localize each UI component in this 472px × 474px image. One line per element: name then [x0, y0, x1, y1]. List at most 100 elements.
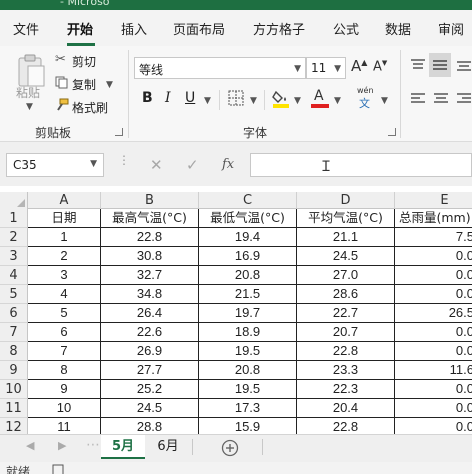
- cell-c9[interactable]: 20.8: [199, 361, 297, 380]
- cell-d6[interactable]: 22.7: [297, 304, 395, 323]
- cell-a6[interactable]: 5: [28, 304, 101, 323]
- bold-button[interactable]: B: [142, 90, 153, 106]
- insert-function-button[interactable]: fx: [222, 157, 234, 172]
- row-header[interactable]: 7: [0, 323, 28, 342]
- cell-a11[interactable]: 10: [28, 399, 101, 418]
- cell-b6[interactable]: 26.4: [101, 304, 199, 323]
- cell-d9[interactable]: 23.3: [297, 361, 395, 380]
- cell-e6[interactable]: 26.5: [395, 304, 472, 323]
- cell-c1[interactable]: 最低气温(°C): [199, 209, 297, 228]
- cell-e11[interactable]: 0.0: [395, 399, 472, 418]
- cell-d12[interactable]: 22.8: [297, 418, 395, 434]
- row-header[interactable]: 5: [0, 285, 28, 304]
- column-header-e[interactable]: E: [395, 192, 472, 209]
- cell-b8[interactable]: 26.9: [101, 342, 199, 361]
- align-right-icon[interactable]: [456, 92, 472, 106]
- cell-c8[interactable]: 19.5: [199, 342, 297, 361]
- cell-c11[interactable]: 17.3: [199, 399, 297, 418]
- cancel-icon[interactable]: ✕: [150, 156, 163, 174]
- row-header[interactable]: 6: [0, 304, 28, 323]
- phonetic-chevron-icon[interactable]: ▼: [381, 96, 388, 106]
- column-header-b[interactable]: B: [101, 192, 199, 209]
- row-header[interactable]: 4: [0, 266, 28, 285]
- cell-d3[interactable]: 24.5: [297, 247, 395, 266]
- cell-a9[interactable]: 8: [28, 361, 101, 380]
- copy-chevron-icon[interactable]: ▼: [106, 80, 113, 90]
- cell-a8[interactable]: 7: [28, 342, 101, 361]
- cell-c5[interactable]: 21.5: [199, 285, 297, 304]
- sheet-tab-june[interactable]: 6月: [148, 435, 188, 459]
- row-header[interactable]: 1: [0, 209, 28, 228]
- cell-e1[interactable]: 总雨量(mm): [395, 209, 472, 228]
- tab-data[interactable]: 数据: [385, 19, 411, 38]
- fill-color-icon[interactable]: [272, 88, 290, 108]
- cell-c3[interactable]: 16.9: [199, 247, 297, 266]
- cell-b5[interactable]: 34.8: [101, 285, 199, 304]
- select-all-button[interactable]: [0, 192, 28, 209]
- borders-icon[interactable]: [228, 90, 244, 106]
- row-header[interactable]: 10: [0, 380, 28, 399]
- cell-a5[interactable]: 4: [28, 285, 101, 304]
- underline-chevron-icon[interactable]: ▼: [204, 96, 211, 106]
- phonetic-guide-button[interactable]: wén 文: [356, 86, 378, 110]
- cell-b2[interactable]: 22.8: [101, 228, 199, 247]
- worksheet-grid[interactable]: A B C D E 1 日期 最高气温(°C) 最低气温(°C) 平均气温(°C) 总雨量…: [0, 192, 472, 434]
- row-header[interactable]: 8: [0, 342, 28, 361]
- cell-e7[interactable]: 0.0: [395, 323, 472, 342]
- row-header[interactable]: 12: [0, 418, 28, 434]
- cell-a12[interactable]: 11: [28, 418, 101, 434]
- cell-c12[interactable]: 15.9: [199, 418, 297, 434]
- cell-e10[interactable]: 0.0: [395, 380, 472, 399]
- underline-button[interactable]: U: [185, 90, 195, 106]
- align-bottom-icon[interactable]: [456, 58, 472, 72]
- cell-e2[interactable]: 7.5: [395, 228, 472, 247]
- format-painter-button[interactable]: 格式刷: [72, 99, 108, 116]
- shrink-font-button[interactable]: A▼: [373, 59, 387, 74]
- align-top-icon[interactable]: [410, 58, 426, 72]
- cell-e4[interactable]: 0.0: [395, 266, 472, 285]
- cell-b4[interactable]: 32.7: [101, 266, 199, 285]
- cell-d8[interactable]: 22.8: [297, 342, 395, 361]
- scroll-left-icon[interactable]: ◀: [26, 439, 34, 452]
- column-header-d[interactable]: D: [297, 192, 395, 209]
- cell-a4[interactable]: 3: [28, 266, 101, 285]
- tab-review[interactable]: 审阅: [438, 19, 464, 38]
- cell-b1[interactable]: 最高气温(°C): [101, 209, 199, 228]
- cell-b3[interactable]: 30.8: [101, 247, 199, 266]
- cell-e8[interactable]: 0.0: [395, 342, 472, 361]
- row-header[interactable]: 2: [0, 228, 28, 247]
- formula-input[interactable]: Ｉ: [250, 153, 472, 177]
- italic-button[interactable]: I: [165, 90, 171, 106]
- column-header-c[interactable]: C: [199, 192, 297, 209]
- align-center-icon[interactable]: [433, 92, 449, 106]
- font-color-chevron-icon[interactable]: ▼: [334, 96, 341, 106]
- cell-e3[interactable]: 0.0: [395, 247, 472, 266]
- grow-font-button[interactable]: A▲: [351, 57, 367, 75]
- tab-fangfang-gezi[interactable]: 方方格子: [253, 19, 305, 38]
- cell-e9[interactable]: 11.6: [395, 361, 472, 380]
- cell-a1[interactable]: 日期: [28, 209, 101, 228]
- cell-a2[interactable]: 1: [28, 228, 101, 247]
- macro-record-icon[interactable]: [52, 464, 64, 474]
- cell-b12[interactable]: 28.8: [101, 418, 199, 434]
- paste-chevron-icon[interactable]: ▼: [26, 102, 33, 112]
- name-box[interactable]: C35 ▼: [6, 153, 104, 177]
- cell-a7[interactable]: 6: [28, 323, 101, 342]
- copy-button[interactable]: 复制: [72, 76, 96, 93]
- cell-d7[interactable]: 20.7: [297, 323, 395, 342]
- more-sheets-dots-icon[interactable]: ⋯: [86, 437, 100, 453]
- align-middle-button[interactable]: [429, 53, 451, 77]
- cell-e5[interactable]: 0.0: [395, 285, 472, 304]
- cell-b11[interactable]: 24.5: [101, 399, 199, 418]
- clipboard-dialog-launcher-icon[interactable]: [115, 128, 123, 136]
- cut-button[interactable]: 剪切: [72, 53, 96, 70]
- cell-c2[interactable]: 19.4: [199, 228, 297, 247]
- cell-c4[interactable]: 20.8: [199, 266, 297, 285]
- tab-insert[interactable]: 插入: [121, 19, 147, 38]
- align-left-icon[interactable]: [410, 92, 426, 106]
- row-header[interactable]: 9: [0, 361, 28, 380]
- tab-home[interactable]: 开始: [67, 19, 93, 38]
- tab-file[interactable]: 文件: [13, 19, 39, 38]
- enter-check-icon[interactable]: ✓: [186, 156, 199, 174]
- tab-formulas[interactable]: 公式: [333, 19, 359, 38]
